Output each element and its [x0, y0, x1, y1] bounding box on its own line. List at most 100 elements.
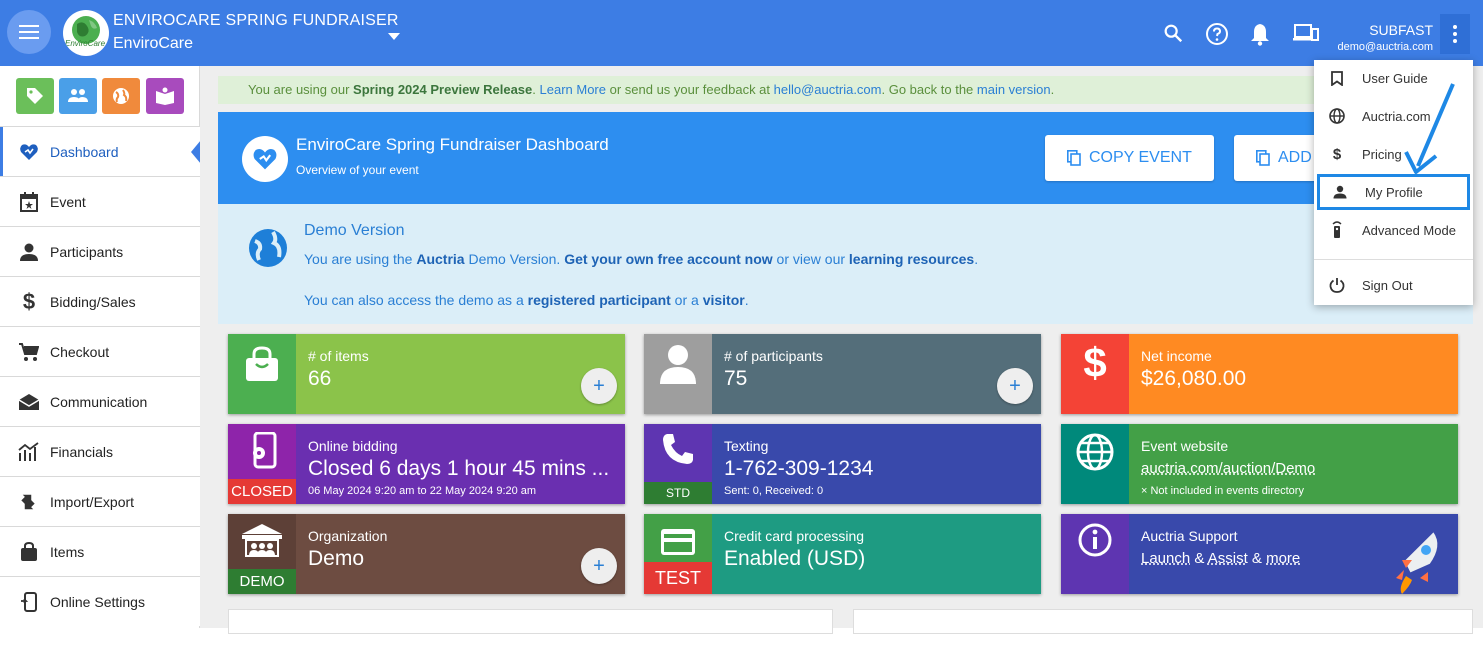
globe-icon: [247, 227, 289, 274]
copy-icon: [1067, 150, 1081, 166]
power-icon: [1328, 277, 1346, 293]
search-button[interactable]: [1162, 22, 1186, 46]
devices-button[interactable]: [1293, 22, 1319, 46]
registered-participant-link[interactable]: registered participant: [528, 292, 671, 308]
texting-tile[interactable]: STD Texting 1-762-309-1234 Sent: 0, Rece…: [644, 424, 1041, 504]
visitor-link[interactable]: visitor: [703, 292, 745, 308]
sidebar-item-financials[interactable]: Financials: [0, 426, 200, 476]
ampersand: &: [1247, 550, 1267, 567]
quick-items-button[interactable]: [16, 78, 54, 114]
bell-icon: [1251, 24, 1269, 46]
main-version-link[interactable]: main version: [977, 82, 1051, 97]
notice-text: .: [532, 82, 540, 97]
more-link[interactable]: more: [1266, 550, 1300, 567]
remote-icon: [1328, 221, 1346, 239]
sidebar-item-participants[interactable]: Participants: [0, 226, 200, 276]
devices-icon: [1293, 24, 1319, 41]
sidebar-item-communication[interactable]: Communication: [0, 376, 200, 426]
help-button[interactable]: [1205, 22, 1229, 46]
ampersand: &: [1190, 550, 1208, 567]
sidebar-item-label: Financials: [50, 443, 114, 460]
sidebar-item-bidding-sales[interactable]: $ Bidding/Sales: [0, 276, 200, 326]
sidebar-item-event[interactable]: Event: [0, 176, 200, 226]
menu-item-label: Sign Out: [1362, 277, 1413, 293]
org-name: EnviroCare: [113, 35, 194, 52]
assist-link[interactable]: Assist: [1208, 550, 1248, 567]
people-icon: [68, 89, 88, 102]
sidebar-item-online-settings[interactable]: Online Settings: [0, 576, 200, 626]
items-tile[interactable]: # of items 66 +: [228, 334, 625, 414]
tile-icon-area: [1061, 424, 1129, 504]
quick-participants-button[interactable]: [59, 78, 97, 114]
info-icon: [1078, 523, 1112, 557]
sidebar-nav: Dashboard Event Participants $ Bidding/S…: [0, 126, 201, 626]
book-icon: [156, 87, 174, 105]
event-website-link[interactable]: auctria.com/auction/Demo: [1141, 460, 1315, 477]
hamburger-menu-button[interactable]: [7, 10, 51, 54]
menu-item-label: Advanced Mode: [1362, 222, 1456, 238]
demo-text: or a: [670, 292, 703, 308]
phone-settings-icon: [253, 432, 277, 469]
auctria-support-tile[interactable]: Auctria Support Launch & Assist & more: [1061, 514, 1458, 594]
online-bidding-tile[interactable]: CLOSED Online bidding Closed 6 days 1 ho…: [228, 424, 625, 504]
quick-website-button[interactable]: [102, 78, 140, 114]
organization-tile[interactable]: DEMO Organization Demo +: [228, 514, 625, 594]
sidebar-item-dashboard[interactable]: Dashboard: [0, 126, 201, 176]
notifications-button[interactable]: [1249, 22, 1273, 46]
free-account-link[interactable]: Get your own free account now: [564, 251, 772, 267]
sidebar-item-items[interactable]: Items: [0, 526, 200, 576]
person-icon: [18, 241, 40, 263]
feedback-email-link[interactable]: hello@auctria.com: [774, 82, 882, 97]
more-options-button[interactable]: [1440, 14, 1470, 54]
caret-down-icon: [388, 33, 400, 40]
copy-event-button[interactable]: COPY EVENT: [1045, 135, 1214, 181]
add-organization-button[interactable]: +: [581, 548, 617, 584]
menu-item-sign-out[interactable]: Sign Out: [1314, 267, 1473, 303]
participants-tile[interactable]: # of participants 75 +: [644, 334, 1041, 414]
user-name[interactable]: SUBFAST: [1369, 22, 1433, 38]
tile-value: Demo: [308, 547, 365, 570]
mail-icon: [18, 391, 40, 413]
rocket-icon: [1396, 532, 1438, 594]
launch-link[interactable]: Launch: [1141, 550, 1190, 567]
credit-card-tile[interactable]: TEST Credit card processing Enabled (USD…: [644, 514, 1041, 594]
bag-icon: [18, 541, 40, 563]
demo-text: You are using the: [304, 251, 417, 267]
net-income-tile[interactable]: $ Net income $26,080.00: [1061, 334, 1458, 414]
sidebar-item-checkout[interactable]: Checkout: [0, 326, 200, 376]
event-website-tile[interactable]: Event website auctria.com/auction/Demo ×…: [1061, 424, 1458, 504]
sidebar-item-label: Communication: [50, 393, 148, 410]
menu-item-label: My Profile: [1365, 184, 1423, 200]
tile-subtext: 06 May 2024 9:20 am to 22 May 2024 9:20 …: [308, 485, 537, 497]
sidebar-item-label: Event: [50, 193, 86, 210]
add-item-button[interactable]: +: [581, 368, 617, 404]
phone-icon: [663, 434, 693, 464]
learn-more-link[interactable]: Learn More: [540, 82, 606, 97]
event-title: ENVIROCARE SPRING FUNDRAISER: [113, 12, 399, 29]
phone-settings-icon: [18, 591, 40, 613]
sidebar-item-import-export[interactable]: Import/Export: [0, 476, 200, 526]
std-badge: STD: [644, 482, 712, 504]
tile-value: $26,080.00: [1141, 367, 1247, 390]
event-switch-dropdown[interactable]: [388, 28, 400, 46]
tile-icon-area: [644, 334, 712, 414]
person-icon: [1331, 185, 1349, 199]
bookmark-icon: [1328, 70, 1346, 86]
tile-value: Enabled (USD): [724, 547, 866, 570]
widget-card: [228, 609, 833, 634]
credit-card-icon: [661, 529, 695, 555]
quick-guide-button[interactable]: [146, 78, 184, 114]
sidebar-item-label: Import/Export: [50, 493, 135, 510]
sidebar-item-label: Online Settings: [50, 593, 145, 610]
demo-line-2: You can also access the demo as a regist…: [304, 292, 749, 308]
notice-text: or send us your feedback at: [605, 82, 774, 97]
learning-resources-link[interactable]: learning resources: [849, 251, 974, 267]
release-name: Spring 2024 Preview Release: [353, 82, 533, 97]
organization-building-icon: [242, 524, 282, 557]
add-participant-button[interactable]: +: [997, 368, 1033, 404]
menu-item-advanced-mode[interactable]: Advanced Mode: [1314, 212, 1473, 248]
tile-value: 75: [724, 367, 748, 390]
test-badge: TEST: [644, 562, 712, 594]
tile-label: # of participants: [724, 348, 823, 364]
tile-label: Net income: [1141, 348, 1212, 364]
